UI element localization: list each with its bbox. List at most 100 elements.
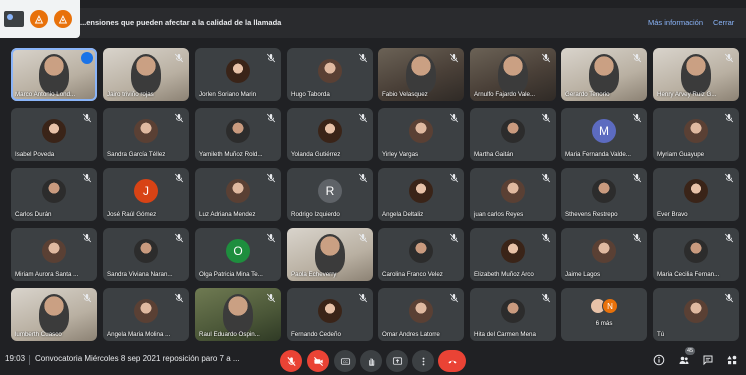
- participant-name: Carolina Franco Velez: [382, 271, 443, 278]
- participant-tile[interactable]: J José Raúl Gómez: [103, 168, 189, 221]
- participant-name: Rodrigo Izquierdo: [291, 211, 340, 218]
- participant-tile[interactable]: Miriam Aurora Santa ...: [11, 228, 97, 281]
- participant-tile[interactable]: Isabel Poveda: [11, 108, 97, 161]
- participant-tile[interactable]: Gerardo Tenorio: [561, 48, 647, 101]
- participant-tile[interactable]: Maria Cecilia Fernan...: [653, 228, 739, 281]
- extension-icons: ◬ ◬: [0, 0, 80, 38]
- avatar: [684, 119, 708, 143]
- meeting-title[interactable]: Convocatoria Miércoles 8 sep 2021 reposi…: [35, 354, 240, 363]
- participant-video: [39, 54, 69, 94]
- participant-tile[interactable]: Sthevens Restrepo: [561, 168, 647, 221]
- participant-tile[interactable]: Elizabeth Muñoz Arco: [470, 228, 556, 281]
- mic-off-icon: [632, 233, 642, 243]
- participant-tile[interactable]: Arnulfo Fajardo Vale...: [470, 48, 556, 101]
- avatar: [592, 239, 616, 263]
- avatar: [684, 239, 708, 263]
- extension-icon-2[interactable]: ◬: [54, 10, 72, 28]
- info-icon: [653, 354, 665, 366]
- mic-off-icon: [724, 293, 734, 303]
- more-info-link[interactable]: Más información: [648, 8, 703, 38]
- participant-tile[interactable]: Omar Andres Latorre: [378, 288, 464, 341]
- participant-tile[interactable]: Tú: [653, 288, 739, 341]
- participant-name: Sandra Viviana Naran...: [107, 271, 173, 278]
- extension-icon[interactable]: ◬: [30, 10, 48, 28]
- participant-tile[interactable]: Jorlen Soriano Marin: [195, 48, 281, 101]
- participant-tile[interactable]: Yolanda Gutiérrez: [287, 108, 373, 161]
- mic-off-icon: [266, 293, 276, 303]
- participant-tile[interactable]: Henry Arvey Ruiz G...: [653, 48, 739, 101]
- participant-tile[interactable]: Jairo triviño rojas: [103, 48, 189, 101]
- participant-tile[interactable]: Fabio Velasquez: [378, 48, 464, 101]
- participant-tile[interactable]: Hita del Carmen Mena: [470, 288, 556, 341]
- participant-tile[interactable]: juan carlos Reyes: [470, 168, 556, 221]
- mic-off-icon: [541, 233, 551, 243]
- participant-tile[interactable]: Yirley Vargas: [378, 108, 464, 161]
- participant-tile[interactable]: M Maria Fernanda Valde...: [561, 108, 647, 161]
- mic-off-icon: [724, 53, 734, 63]
- avatar: [409, 179, 433, 203]
- mic-off-icon: [724, 233, 734, 243]
- participant-name: Yirley Vargas: [382, 151, 419, 158]
- mic-toggle-button[interactable]: [280, 350, 302, 372]
- participant-name: Yamileth Muñoz Rold...: [199, 151, 263, 158]
- more-options-button[interactable]: [412, 350, 434, 372]
- participant-name: Jairo triviño rojas: [107, 91, 154, 98]
- mic-off-icon: [724, 113, 734, 123]
- participant-tile[interactable]: O Olga Patricia Mina Te...: [195, 228, 281, 281]
- mic-off-icon: [286, 356, 296, 366]
- participant-name: Paola Echeverry: [291, 271, 337, 278]
- people-button[interactable]: [677, 353, 691, 367]
- captions-button[interactable]: CC: [334, 350, 356, 372]
- participant-name: Sthevens Restrepo: [565, 211, 618, 218]
- present-button[interactable]: [386, 350, 408, 372]
- participant-tile[interactable]: Angela Maria Molina ...: [103, 288, 189, 341]
- participant-name: Olga Patricia Mina Te...: [199, 271, 263, 278]
- participant-tile[interactable]: Martha Gaitán: [470, 108, 556, 161]
- participant-name: Hugo Taborda: [291, 91, 330, 98]
- participant-tile[interactable]: Carolina Franco Velez: [378, 228, 464, 281]
- participant-name: Angela Deltaliz: [382, 211, 424, 218]
- mic-off-icon: [174, 113, 184, 123]
- participant-tile[interactable]: Jaime Lagos: [561, 228, 647, 281]
- participant-tile[interactable]: Fernando Cedeño: [287, 288, 373, 341]
- participant-tile[interactable]: Paola Echeverry: [287, 228, 373, 281]
- participant-tile[interactable]: Hugo Taborda: [287, 48, 373, 101]
- participant-tile[interactable]: Angela Deltaliz: [378, 168, 464, 221]
- chat-button[interactable]: [701, 353, 715, 367]
- avatar: N: [602, 298, 618, 314]
- participant-tile[interactable]: Ever Bravo: [653, 168, 739, 221]
- avatar: [684, 179, 708, 203]
- participant-tile[interactable]: Sandra García Téllez: [103, 108, 189, 161]
- avatar: [318, 299, 342, 323]
- participant-tile[interactable]: Raul Eduardo Ospin...: [195, 288, 281, 341]
- raise-hand-button[interactable]: [360, 350, 382, 372]
- avatar: [318, 119, 342, 143]
- close-banner-link[interactable]: Cerrar: [713, 8, 734, 38]
- mic-off-icon: [541, 173, 551, 183]
- participant-tile[interactable]: Myriam Guayupe: [653, 108, 739, 161]
- participant-tile[interactable]: R Rodrigo Izquierdo: [287, 168, 373, 221]
- mic-off-icon: [266, 113, 276, 123]
- avatar: [134, 239, 158, 263]
- participant-name: Carlos Durán: [15, 211, 52, 218]
- participant-tile[interactable]: Luz Adriana Mendez: [195, 168, 281, 221]
- participant-tile[interactable]: N 6 más: [561, 288, 647, 341]
- info-button[interactable]: [652, 353, 666, 367]
- camera-toggle-button[interactable]: [307, 350, 329, 372]
- mic-off-icon: [82, 113, 92, 123]
- mic-off-icon: [632, 113, 642, 123]
- participant-tile[interactable]: Sandra Viviana Naran...: [103, 228, 189, 281]
- participant-tile[interactable]: Marco Antonio Lond...: [11, 48, 97, 101]
- participant-tile[interactable]: Carlos Durán: [11, 168, 97, 221]
- screen-share-icon[interactable]: [4, 11, 24, 27]
- end-call-button[interactable]: [438, 350, 466, 372]
- quality-banner: ...ensiones que pueden afectar a la cali…: [0, 8, 746, 38]
- participant-tile[interactable]: Yamileth Muñoz Rold...: [195, 108, 281, 161]
- avatar: [42, 179, 66, 203]
- participant-name: Marco Antonio Lond...: [15, 91, 76, 98]
- activities-button[interactable]: [725, 353, 739, 367]
- participant-name: José Raúl Gómez: [107, 211, 157, 218]
- participant-video: [131, 54, 161, 94]
- mic-off-icon: [449, 293, 459, 303]
- participant-tile[interactable]: lumberth Cuasco: [11, 288, 97, 341]
